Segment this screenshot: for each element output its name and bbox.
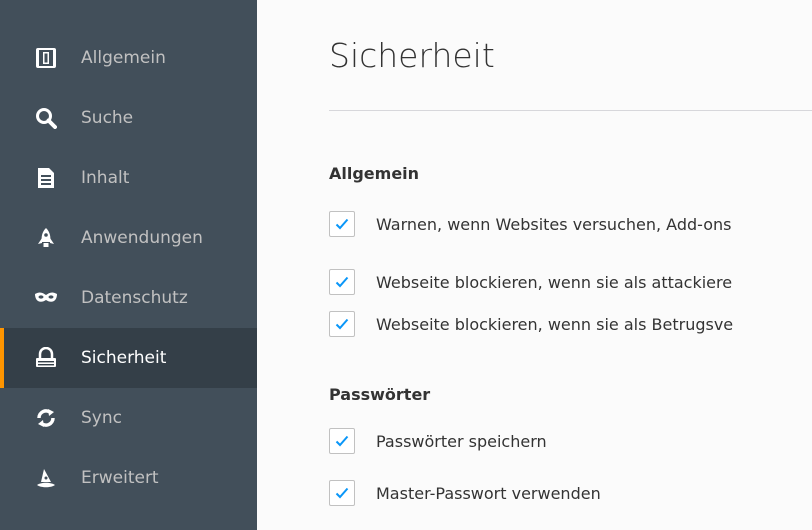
sidebar-item-datenschutz[interactable]: Datenschutz [0, 268, 257, 328]
title-divider [329, 110, 812, 111]
checkbox-label: Webseite blockieren, wenn sie als Betrug… [376, 314, 734, 334]
checkmark-icon [335, 318, 349, 330]
sidebar-item-label: Erweitert [81, 468, 159, 488]
document-icon [34, 166, 58, 190]
sidebar-item-inhalt[interactable]: Inhalt [0, 148, 257, 208]
checkbox-row-block-attack-sites[interactable]: Webseite blockieren, wenn sie als attack… [329, 268, 732, 296]
sidebar-item-label: Datenschutz [81, 288, 188, 308]
sidebar-item-label: Anwendungen [81, 228, 203, 248]
section-heading-passwoerter: Passwörter [329, 385, 431, 404]
sidebar-item-label: Sicherheit [81, 348, 167, 368]
main-content: Sicherheit Allgemein Warnen, wenn Websit… [257, 0, 812, 530]
rocket-icon [34, 226, 58, 250]
lock-icon [34, 346, 58, 370]
checkbox[interactable] [329, 311, 355, 337]
checkbox-label: Passwörter speichern [376, 431, 547, 451]
sidebar: Allgemein Suche Inhalt Anwendungen Daten… [0, 0, 257, 530]
checkmark-icon [335, 218, 349, 230]
checkbox-row-save-passwords[interactable]: Passwörter speichern [329, 427, 547, 455]
search-icon [34, 106, 58, 130]
sidebar-item-erweitert[interactable]: Erweitert [0, 448, 257, 508]
sidebar-item-suche[interactable]: Suche [0, 88, 257, 148]
checkbox[interactable] [329, 480, 355, 506]
checkbox-label: Master-Passwort verwenden [376, 483, 601, 503]
checkmark-icon [335, 487, 349, 499]
checkbox-row-addon-warning[interactable]: Warnen, wenn Websites versuchen, Add-ons [329, 210, 731, 238]
sidebar-item-sicherheit[interactable]: Sicherheit [0, 328, 257, 388]
sidebar-item-anwendungen[interactable]: Anwendungen [0, 208, 257, 268]
wizard-hat-icon [34, 466, 58, 490]
checkbox[interactable] [329, 211, 355, 237]
sync-icon [34, 406, 58, 430]
section-heading-allgemein: Allgemein [329, 164, 420, 183]
sidebar-item-allgemein[interactable]: Allgemein [0, 28, 257, 88]
sidebar-item-label: Inhalt [81, 168, 130, 188]
checkmark-icon [335, 276, 349, 288]
checkmark-icon [335, 435, 349, 447]
sidebar-item-label: Allgemein [81, 48, 166, 68]
sidebar-item-label: Suche [81, 108, 134, 128]
checkbox-label: Warnen, wenn Websites versuchen, Add-ons [376, 214, 732, 234]
checkbox-row-master-password[interactable]: Master-Passwort verwenden [329, 479, 601, 507]
checkbox-row-block-fraud-sites[interactable]: Webseite blockieren, wenn sie als Betrug… [329, 310, 733, 338]
page-title: Sicherheit [329, 36, 495, 75]
sidebar-item-sync[interactable]: Sync [0, 388, 257, 448]
general-icon [34, 46, 58, 70]
checkbox[interactable] [329, 269, 355, 295]
sidebar-item-label: Sync [81, 408, 122, 428]
mask-icon [34, 286, 58, 310]
checkbox-label: Webseite blockieren, wenn sie als attack… [376, 272, 733, 292]
checkbox[interactable] [329, 428, 355, 454]
